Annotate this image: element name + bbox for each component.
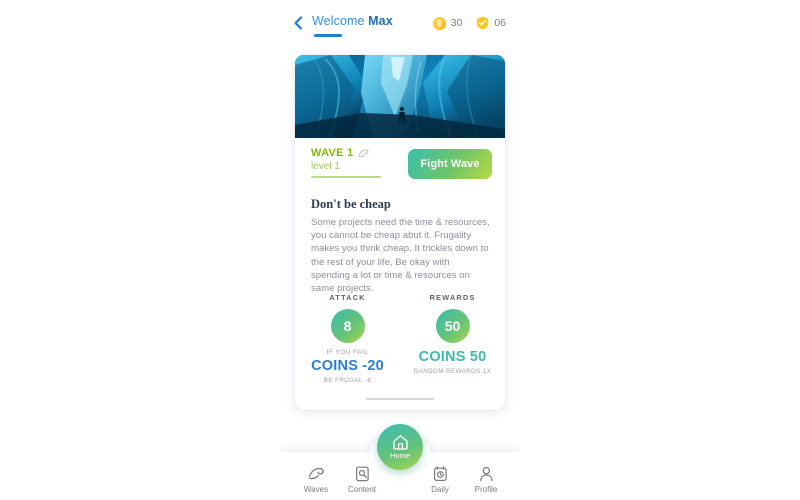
- home-icon: [392, 434, 409, 450]
- hero-image: [295, 55, 505, 138]
- card-drag-handle[interactable]: [366, 398, 434, 400]
- nav-item-home[interactable]: Home: [377, 424, 423, 470]
- person-icon: [464, 465, 508, 482]
- rewards-value-circle: 50: [435, 309, 470, 343]
- document-search-icon: [340, 465, 384, 482]
- wave-underline: [311, 176, 381, 178]
- nav-item-content[interactable]: Content: [340, 465, 384, 494]
- attack-heading: ATTACK: [329, 293, 366, 302]
- lesson-body: Some projects need the time & resources,…: [311, 217, 490, 295]
- welcome-heading: Welcome Max: [312, 14, 393, 37]
- attack-sub-label: IF YOU FAIL: [326, 349, 369, 356]
- wave-card: WAVE 1 level 1 Fight Wave Don't be cheap…: [295, 55, 505, 410]
- active-tab-underline: [314, 34, 342, 37]
- nav-label-profile: Profile: [474, 485, 498, 494]
- wave-header-row: WAVE 1 level 1 Fight Wave: [295, 147, 505, 189]
- shield-check-icon: [476, 16, 489, 30]
- fight-wave-button[interactable]: Fight Wave: [408, 149, 492, 179]
- rewards-foot-label: RANDOM REWARDS 1X: [413, 368, 492, 375]
- nav-item-waves[interactable]: Waves: [294, 465, 338, 494]
- shield-count: 06: [494, 17, 506, 29]
- lesson-title: Don't be cheap: [311, 197, 391, 211]
- welcome-prefix: Welcome: [312, 14, 369, 28]
- coin-icon: [432, 16, 446, 30]
- attack-stat-column: ATTACK 8 IF YOU FAIL COINS -20 BE FRUGAL…: [295, 293, 400, 384]
- welcome-label: Welcome Max: [312, 14, 393, 28]
- nav-label-home: Home: [389, 451, 410, 460]
- wave-info: WAVE 1 level 1: [311, 147, 381, 178]
- nav-label-daily: Daily: [431, 485, 449, 494]
- shield-stat[interactable]: 06: [476, 16, 506, 30]
- wave-icon: [294, 465, 338, 482]
- wave-title: WAVE 1: [311, 147, 354, 159]
- wave-icon: [358, 148, 369, 159]
- attack-foot-label: BE FRUGAL -8: [323, 377, 372, 384]
- coin-count: 30: [450, 17, 463, 29]
- attack-penalty: COINS -20: [311, 358, 384, 374]
- nav-label-content: Content: [347, 485, 377, 494]
- user-name: Max: [368, 14, 393, 28]
- bottom-nav-area: Waves Content Daily Profile Home: [280, 424, 520, 500]
- nav-label-waves: Waves: [303, 485, 329, 494]
- wave-level: level 1: [311, 161, 340, 172]
- rewards-heading: REWARDS: [429, 293, 476, 302]
- rewards-coins: COINS 50: [418, 349, 487, 365]
- back-button[interactable]: [292, 15, 306, 31]
- coin-stat[interactable]: 30: [432, 16, 463, 30]
- nav-item-profile[interactable]: Profile: [464, 465, 508, 494]
- rewards-stat-column: REWARDS 50 COINS 50 RANDOM REWARDS 1X: [400, 293, 505, 384]
- phone-screen: Welcome Max 30 06 WAVE 1 level 1 Fight W…: [280, 0, 520, 500]
- header-stats: 30 06: [432, 16, 506, 30]
- app-header: Welcome Max 30 06: [280, 0, 520, 46]
- wave-title-line: WAVE 1: [311, 147, 381, 159]
- nav-item-daily[interactable]: Daily: [418, 465, 462, 494]
- stats-grid: ATTACK 8 IF YOU FAIL COINS -20 BE FRUGAL…: [295, 293, 505, 384]
- calendar-clock-icon: [418, 465, 462, 482]
- attack-value-circle: 8: [330, 309, 365, 343]
